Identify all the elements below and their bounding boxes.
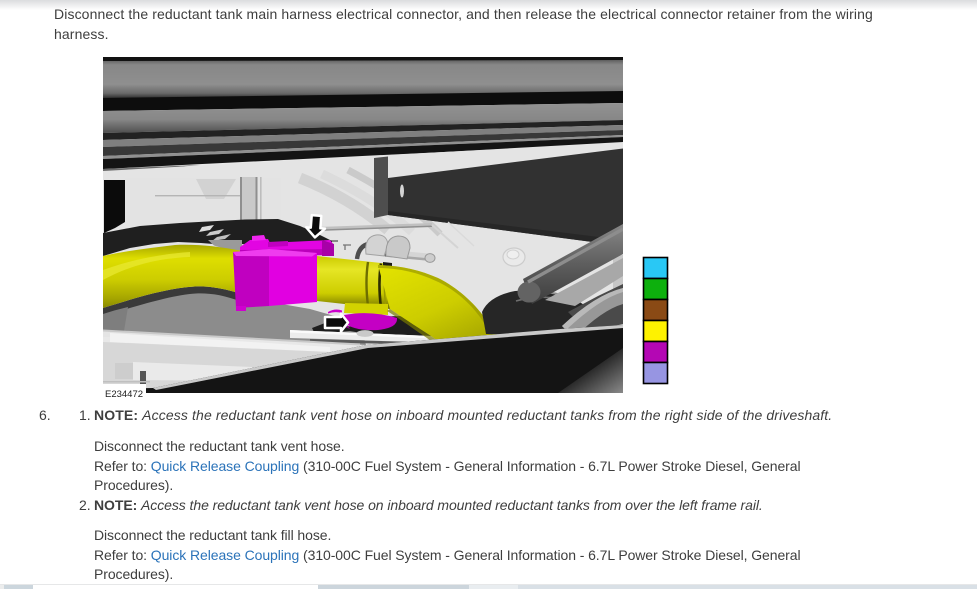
svg-text:E234472: E234472 (105, 389, 143, 399)
